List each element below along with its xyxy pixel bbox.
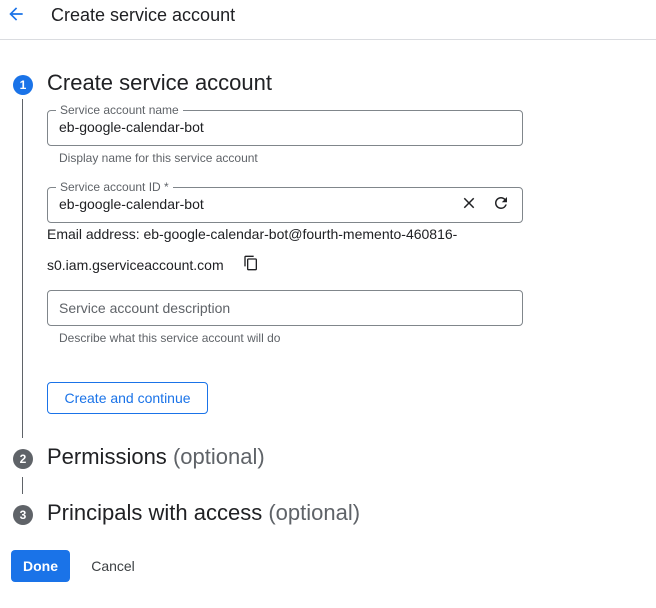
service-account-id-field[interactable]: Service account ID * eb-google-calendar-… xyxy=(47,180,523,223)
service-account-description-hint: Describe what this service account will … xyxy=(59,331,281,345)
step-3-optional: (optional) xyxy=(268,500,361,525)
step-2-title-text: Permissions xyxy=(47,444,167,469)
create-and-continue-button[interactable]: Create and continue xyxy=(47,382,208,414)
step-connector-2 xyxy=(22,477,23,494)
step-3-number: 3 xyxy=(19,508,27,522)
step-1-indicator: 1 xyxy=(13,75,33,95)
step-1-title: Create service account xyxy=(47,71,272,95)
step-3-title-text: Principals with access xyxy=(47,500,263,525)
cancel-button[interactable]: Cancel xyxy=(80,550,146,582)
step-3-indicator: 3 xyxy=(13,505,33,525)
step-2-number: 2 xyxy=(19,452,27,466)
service-account-name-hint: Display name for this service account xyxy=(59,151,258,165)
step-2-indicator: 2 xyxy=(13,449,33,469)
service-account-id-input[interactable]: eb-google-calendar-bot xyxy=(59,196,204,212)
step-connector-1 xyxy=(22,99,23,438)
back-button[interactable] xyxy=(4,2,28,30)
service-account-description-field[interactable]: Service account description xyxy=(47,290,523,326)
done-button[interactable]: Done xyxy=(11,550,70,582)
header: Create service account xyxy=(0,0,656,40)
email-address-line1: Email address: eb-google-calendar-bot@fo… xyxy=(47,226,458,242)
step-2-optional: (optional) xyxy=(172,444,265,469)
copy-email-button[interactable] xyxy=(239,253,263,277)
clear-id-button[interactable] xyxy=(457,193,481,217)
arrow-back-icon xyxy=(6,4,26,29)
service-account-name-input[interactable]: eb-google-calendar-bot xyxy=(59,119,204,135)
service-account-name-field[interactable]: Service account name eb-google-calendar-… xyxy=(47,103,523,146)
service-account-id-label: Service account ID * xyxy=(56,180,173,194)
close-icon xyxy=(460,194,478,217)
step-3-title[interactable]: Principals with access (optional) xyxy=(47,501,360,525)
copy-icon xyxy=(243,255,259,276)
step-1-number: 1 xyxy=(19,78,27,92)
email-address-line2: s0.iam.gserviceaccount.com xyxy=(47,257,224,273)
service-account-name-label: Service account name xyxy=(56,103,183,117)
service-account-description-input[interactable]: Service account description xyxy=(59,300,230,316)
regenerate-id-button[interactable] xyxy=(489,193,513,217)
refresh-icon xyxy=(492,194,510,217)
step-2-title[interactable]: Permissions (optional) xyxy=(47,445,265,469)
page-title: Create service account xyxy=(51,5,236,25)
step-1-title-text: Create service account xyxy=(47,70,272,95)
